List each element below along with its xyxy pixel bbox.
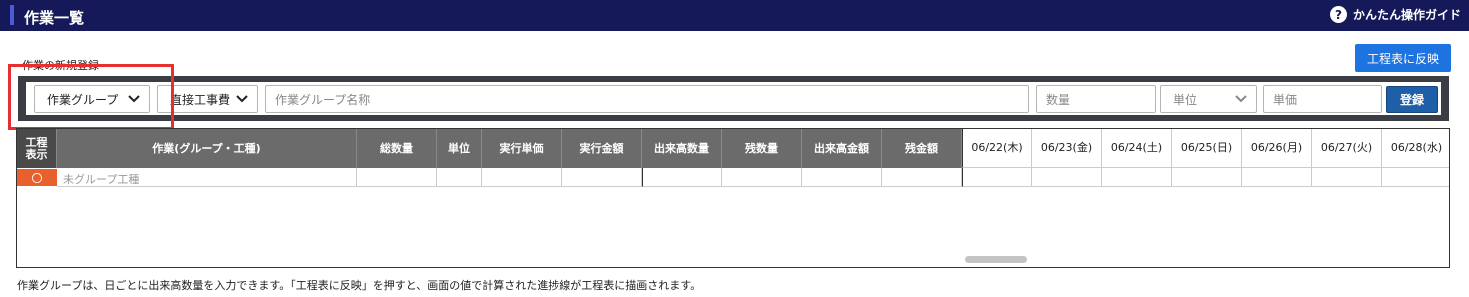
group-name-input[interactable]: 作業グループ名称 bbox=[265, 85, 1029, 113]
col-remaining-quantity: 残数量 bbox=[722, 129, 802, 168]
registration-form: 作業グループ 直接工事費 作業グループ名称 数量 単位 単価 登録 bbox=[18, 76, 1449, 121]
reflect-to-schedule-button[interactable]: 工程表に反映 bbox=[1355, 44, 1451, 72]
table-cell[interactable] bbox=[562, 168, 642, 187]
title-accent bbox=[10, 5, 14, 25]
register-button[interactable]: 登録 bbox=[1386, 86, 1438, 113]
table-cell[interactable] bbox=[482, 168, 562, 187]
col-exec-amount: 実行金額 bbox=[562, 129, 642, 168]
col-unit: 単位 bbox=[437, 129, 482, 168]
guide-link[interactable]: ? かんたん操作ガイド bbox=[1329, 6, 1461, 23]
cost-select-value: 直接工事費 bbox=[170, 92, 231, 107]
unit-price-input[interactable]: 単価 bbox=[1263, 85, 1382, 113]
col-date: 06/26(月) bbox=[1242, 129, 1312, 168]
col-date: 06/27(火) bbox=[1312, 129, 1382, 168]
col-date: 06/22(木) bbox=[962, 129, 1032, 168]
table-cell[interactable] bbox=[882, 168, 962, 187]
col-date: 06/24(土) bbox=[1102, 129, 1172, 168]
table-cell[interactable] bbox=[1172, 168, 1242, 187]
registration-form-inner: 作業グループ 直接工事費 作業グループ名称 数量 単位 単価 登録 bbox=[26, 82, 1441, 115]
col-work: 作業(グループ・工種) bbox=[57, 129, 357, 168]
group-name-cell: 未グループ工種 bbox=[63, 173, 140, 186]
table-cell[interactable] bbox=[1032, 168, 1102, 187]
page-title: 作業一覧 bbox=[24, 9, 85, 27]
table-cell[interactable] bbox=[1242, 168, 1312, 187]
table-cell[interactable] bbox=[437, 168, 482, 187]
col-progress-amount: 出来高金額 bbox=[802, 129, 882, 168]
schedule-display-toggle[interactable]: 〇 bbox=[17, 169, 57, 186]
table-cell[interactable] bbox=[642, 168, 722, 187]
unit-select[interactable]: 単位 bbox=[1160, 85, 1257, 113]
col-progress-quantity: 出来高数量 bbox=[642, 129, 722, 168]
col-remaining-amount: 残金額 bbox=[882, 129, 962, 168]
table-cell[interactable] bbox=[1312, 168, 1382, 187]
horizontal-scrollbar[interactable] bbox=[965, 256, 1027, 263]
type-select-value: 作業グループ bbox=[47, 92, 119, 107]
section-label: 作業の新規登録 bbox=[22, 59, 99, 72]
chevron-down-icon bbox=[1235, 95, 1247, 103]
chevron-down-icon bbox=[236, 95, 248, 103]
table-cell[interactable] bbox=[357, 168, 437, 187]
footnote: 作業グループは、日ごとに出来高数量を入力できます。「工程表に反映」を押すと、画面… bbox=[17, 279, 702, 292]
question-circle-icon: ? bbox=[1329, 6, 1347, 23]
col-schedule-display: 工程 表示 bbox=[17, 129, 57, 168]
col-exec-unit-price: 実行単価 bbox=[482, 129, 562, 168]
table-cell[interactable] bbox=[802, 168, 882, 187]
table-cell[interactable] bbox=[1102, 168, 1172, 187]
col-date: 06/28(水) bbox=[1382, 129, 1449, 168]
col-total-quantity: 総数量 bbox=[357, 129, 437, 168]
col-date: 06/25(日) bbox=[1172, 129, 1242, 168]
chevron-down-icon bbox=[128, 95, 140, 103]
table-cell[interactable] bbox=[962, 168, 1032, 187]
col-date: 06/23(金) bbox=[1032, 129, 1102, 168]
unit-select-value: 単位 bbox=[1173, 92, 1198, 107]
table-cell[interactable] bbox=[722, 168, 802, 187]
work-table: 工程 表示 作業(グループ・工種) 総数量 単位 実行単価 実行金額 出来高数量… bbox=[16, 128, 1450, 268]
quantity-input[interactable]: 数量 bbox=[1036, 85, 1156, 113]
guide-label: かんたん操作ガイド bbox=[1352, 8, 1461, 22]
type-select[interactable]: 作業グループ bbox=[34, 85, 150, 113]
title-bar: 作業一覧 ? かんたん操作ガイド bbox=[0, 0, 1469, 31]
table-cell[interactable] bbox=[1382, 168, 1449, 187]
cost-select[interactable]: 直接工事費 bbox=[157, 85, 258, 113]
